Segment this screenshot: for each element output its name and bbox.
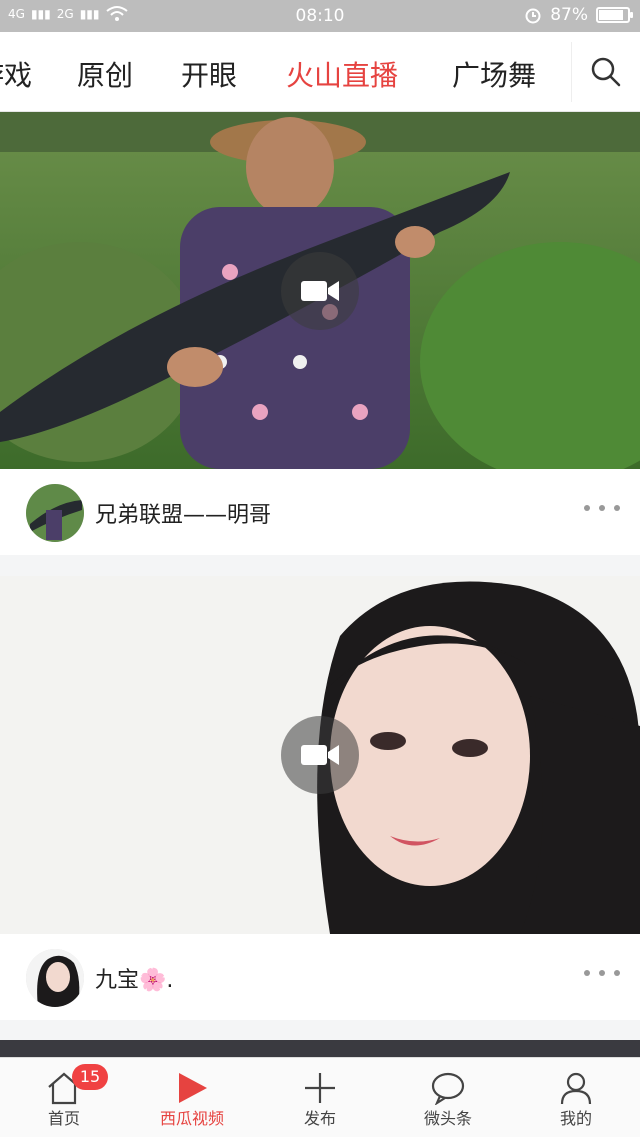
- tab-games[interactable]: 游戏: [0, 54, 32, 94]
- nav-mine[interactable]: 我的: [512, 1058, 640, 1137]
- video-camera-icon: [301, 281, 339, 301]
- video-thumbnail[interactable]: [0, 576, 640, 934]
- more-dots-icon[interactable]: [584, 493, 620, 523]
- nav-xigua-video[interactable]: 西瓜视频: [128, 1058, 256, 1137]
- nav-home[interactable]: 15 首页: [0, 1058, 128, 1137]
- nav-publish[interactable]: 发布: [256, 1058, 384, 1137]
- search-icon: [591, 57, 621, 87]
- bottom-navigation: 15 首页 西瓜视频 发布 微头条 我的: [0, 1057, 640, 1137]
- battery-percent: 87%: [550, 5, 588, 25]
- author-name[interactable]: 兄弟联盟——明哥: [95, 497, 271, 529]
- alarm-icon: [525, 8, 541, 24]
- user-icon: [556, 1068, 596, 1108]
- nav-label: 首页: [47, 1109, 80, 1128]
- video-camera-icon: [301, 745, 339, 765]
- search-button[interactable]: [572, 32, 640, 112]
- video-play-badge[interactable]: [281, 716, 359, 794]
- video-card[interactable]: 兄弟联盟——明哥: [0, 112, 640, 555]
- chat-bubble-icon: [428, 1068, 468, 1108]
- tab-square-dance[interactable]: 广场舞: [452, 54, 536, 94]
- video-thumbnail[interactable]: [0, 112, 640, 469]
- category-tab-bar: 游戏 原创 开眼 火山直播 广场舞: [0, 32, 640, 112]
- nav-label: 西瓜视频: [159, 1109, 224, 1128]
- more-dots-icon[interactable]: [584, 958, 620, 988]
- author-name[interactable]: 九宝🌸.: [95, 962, 173, 994]
- author-row[interactable]: 兄弟联盟——明哥: [0, 469, 640, 555]
- avatar[interactable]: [26, 949, 84, 1007]
- author-row[interactable]: 九宝🌸.: [0, 934, 640, 1020]
- video-play-badge[interactable]: [281, 252, 359, 330]
- plus-icon: [300, 1068, 340, 1108]
- tab-huoshan-live[interactable]: 火山直播: [286, 54, 398, 94]
- nav-label: 微头条: [423, 1109, 472, 1128]
- video-card[interactable]: 九宝🌸.: [0, 576, 640, 1020]
- notification-badge: 15: [72, 1064, 108, 1090]
- nav-label: 发布: [303, 1109, 336, 1128]
- avatar[interactable]: [26, 484, 84, 542]
- battery-icon: [596, 7, 633, 23]
- nav-label: 我的: [559, 1109, 592, 1128]
- tab-original[interactable]: 原创: [77, 54, 133, 94]
- status-bar: 4G ▮▮▮ 2G ▮▮▮ 08:10 87%: [0, 0, 640, 32]
- category-tabs: 游戏 原创 开眼 火山直播 广场舞: [0, 32, 570, 112]
- tab-eye-opener[interactable]: 开眼: [181, 54, 237, 94]
- play-icon: [172, 1068, 212, 1108]
- nav-weitoutiao[interactable]: 微头条: [384, 1058, 512, 1137]
